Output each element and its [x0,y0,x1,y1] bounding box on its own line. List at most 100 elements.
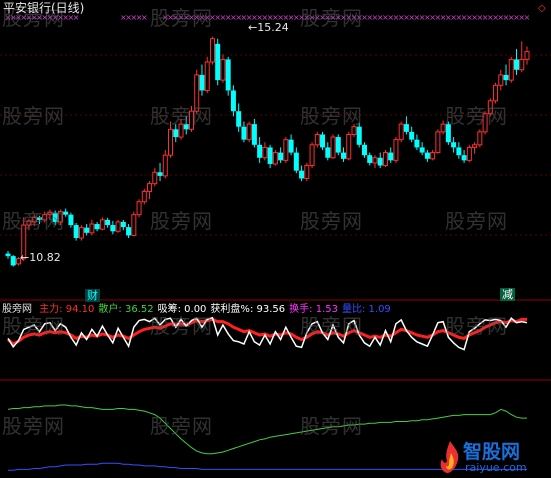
candle-body [372,157,378,164]
candle-body [73,225,79,238]
candle-body [147,183,153,192]
candle-body [220,58,226,81]
logo-url: raiyue.com [465,461,527,474]
candle-body [493,84,499,102]
candle-body [257,144,263,158]
indicator-legend: 股旁网 主力: 94.10 散户: 36.52 吸筹: 0.00 获利盘%: 93.5… [2,303,395,316]
candle-body [466,146,472,161]
low-price-value: 10.82 [29,251,61,264]
candle-body [414,139,420,148]
legend-label: 主力 [39,304,60,315]
flame-icon [440,441,459,473]
watermark-text: 股旁网 [300,414,363,438]
high-price-value: 15.24 [257,21,289,34]
candle-body [168,128,174,156]
diamond-icon[interactable]: ◇ [538,2,546,15]
candle-body [251,124,257,145]
candle-body [10,256,16,266]
candle-body [503,74,509,81]
candle-body [356,126,362,145]
watermark-text: 股旁网 [2,104,65,128]
stock-chart-window: × × × × × × × × × × × × × × × × × × × × × × × × × × × × × × × × × × × × × × × ×… [0,0,551,478]
candle-body [299,170,305,179]
legend-label: 吸筹 [157,304,178,315]
candle-body [430,152,436,160]
logo-name: 智股网 [463,441,521,463]
candle-body [398,123,404,141]
candle-body [152,171,158,185]
stock-title: 平安银行(日线) [3,1,85,15]
legend-item: 换手: 1.53 [289,304,338,315]
candle-body [272,152,278,165]
chart-canvas[interactable]: ×××××××××××××× ××××× ×××××××××××××××××××××… [0,0,551,478]
candle-body [451,142,457,148]
candle-body [424,152,430,159]
legend-item: 量比: 1.09 [341,304,391,315]
candle-body [89,223,95,234]
candle-body [456,147,462,156]
candle-body [115,221,121,232]
watermark-text: 股旁网 [2,414,65,438]
candle-body [199,74,205,91]
candle-body [325,147,331,158]
candle-body [514,59,520,70]
legend-value: 0.00 [184,304,207,315]
candle-body [136,201,142,216]
candle-body [131,214,137,236]
candle-body [341,152,347,159]
sell-signal-marker: 减 [500,288,515,301]
candle-body [141,190,147,203]
candle-body [209,38,215,63]
candle-body [403,124,409,132]
candle-body [498,74,504,86]
candle-body [230,90,236,112]
legend-value: 1.53 [315,304,338,315]
legend-item: 获利盘%: 93.56 [210,304,286,315]
watermark-text: 股旁网 [300,6,363,30]
candle-body [304,165,310,179]
legend-label: 换手 [289,304,310,315]
high-price-label: ←15.24 [248,21,289,34]
candle-body [105,219,111,226]
legend-item: 主力: 94.10 [39,304,95,315]
buy-signal-marker: 财 [85,289,100,302]
candle-body [419,147,425,153]
candle-body [361,144,367,156]
candle-body [377,157,383,166]
watermark-text: 股旁网 [150,6,213,30]
candle-body [335,137,341,153]
candle-body [267,147,273,164]
candle-body [173,129,179,138]
legend-label: 散户 [98,304,119,315]
candle-body [246,123,252,141]
candle-body [288,139,294,153]
candle-body [157,172,163,176]
legend-label: 获利盘% [210,304,250,315]
candle-body [367,155,373,163]
candle-body [293,152,299,171]
watermark-text: 股旁网 [445,209,508,233]
candle-body [84,227,90,233]
candle-body [215,43,221,81]
candle-body [346,133,352,160]
candle-body [68,214,74,226]
watermark-text: 股旁网 [150,104,213,128]
candle-body [409,131,415,140]
candle-body [314,133,320,146]
candle-body [99,219,105,230]
legend-indicator-name: 股旁网 [2,304,32,315]
watermark-text: 股旁网 [445,314,508,338]
candle-body [126,227,132,236]
cross-marker: × [141,13,148,22]
candle-body [236,111,242,127]
candle-body [262,146,268,159]
watermark-text: 股旁网 [300,104,363,128]
candle-body [508,58,514,81]
candle-body [110,225,116,232]
candle-body [204,61,210,91]
candle-body [120,221,126,228]
candle-body [472,144,478,148]
watermark-text: 股旁网 [2,209,65,233]
candle-body [524,51,530,60]
legend-value: 94.10 [65,304,95,315]
